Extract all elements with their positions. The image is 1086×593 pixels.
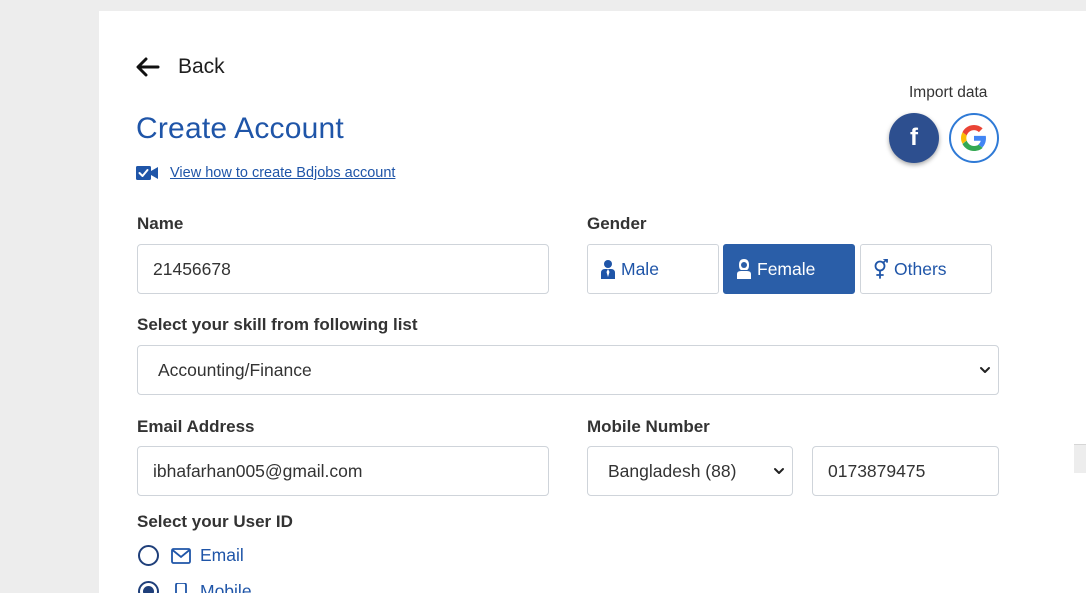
back-label: Back: [178, 55, 225, 78]
female-icon: [737, 259, 751, 279]
name-input[interactable]: 21456678: [137, 244, 549, 294]
skill-label: Select your skill from following list: [137, 315, 418, 334]
google-icon: [961, 125, 986, 151]
gender-male-label: Male: [621, 258, 659, 279]
country-code-value: Bangladesh (88): [608, 460, 737, 481]
userid-mobile-radio[interactable]: [138, 581, 159, 593]
envelope-icon: [171, 547, 191, 564]
country-code-select[interactable]: Bangladesh (88): [587, 446, 793, 496]
skill-select[interactable]: Accounting/Finance: [137, 345, 999, 395]
howto-link[interactable]: View how to create Bdjobs account: [170, 165, 395, 181]
arrow-left-icon: [136, 57, 160, 77]
gender-female-button[interactable]: Female: [723, 244, 855, 294]
skill-selected-value: Accounting/Finance: [158, 359, 312, 380]
gender-others-label: Others: [894, 258, 947, 279]
chevron-down-icon: [980, 367, 990, 373]
video-camera-icon: [136, 166, 158, 180]
google-import-button[interactable]: [949, 113, 999, 163]
userid-option-email[interactable]: Email: [138, 545, 244, 566]
userid-email-radio[interactable]: [138, 545, 159, 566]
name-label: Name: [137, 214, 184, 233]
gender-label: Gender: [587, 214, 647, 233]
howto-row: View how to create Bdjobs account: [136, 165, 395, 181]
userid-mobile-label: Mobile: [200, 581, 252, 593]
userid-email-label: Email: [200, 545, 244, 565]
chevron-down-icon: [774, 468, 784, 474]
email-label: Email Address: [137, 417, 255, 436]
import-data-label: Import data: [909, 84, 988, 101]
gutter-gap: [1074, 445, 1086, 473]
back-button[interactable]: Back: [136, 54, 225, 80]
form-card: [99, 11, 1037, 593]
userid-label: Select your User ID: [137, 512, 293, 531]
userid-option-mobile[interactable]: Mobile: [138, 581, 252, 593]
gender-others-button[interactable]: Others: [860, 244, 992, 294]
male-icon: [601, 260, 615, 279]
mobile-phone-icon: [175, 582, 187, 593]
mobile-input[interactable]: 0173879475: [812, 446, 999, 496]
gender-others-icon: [874, 259, 888, 279]
email-input[interactable]: ibhafarhan005@gmail.com: [137, 446, 549, 496]
page-title: Create Account: [136, 112, 344, 145]
gender-female-label: Female: [757, 258, 816, 279]
facebook-import-button[interactable]: f: [889, 113, 939, 163]
facebook-icon: f: [910, 124, 918, 151]
gender-male-button[interactable]: Male: [587, 244, 719, 294]
right-gutter: [1037, 11, 1086, 593]
mobile-label: Mobile Number: [587, 417, 710, 436]
